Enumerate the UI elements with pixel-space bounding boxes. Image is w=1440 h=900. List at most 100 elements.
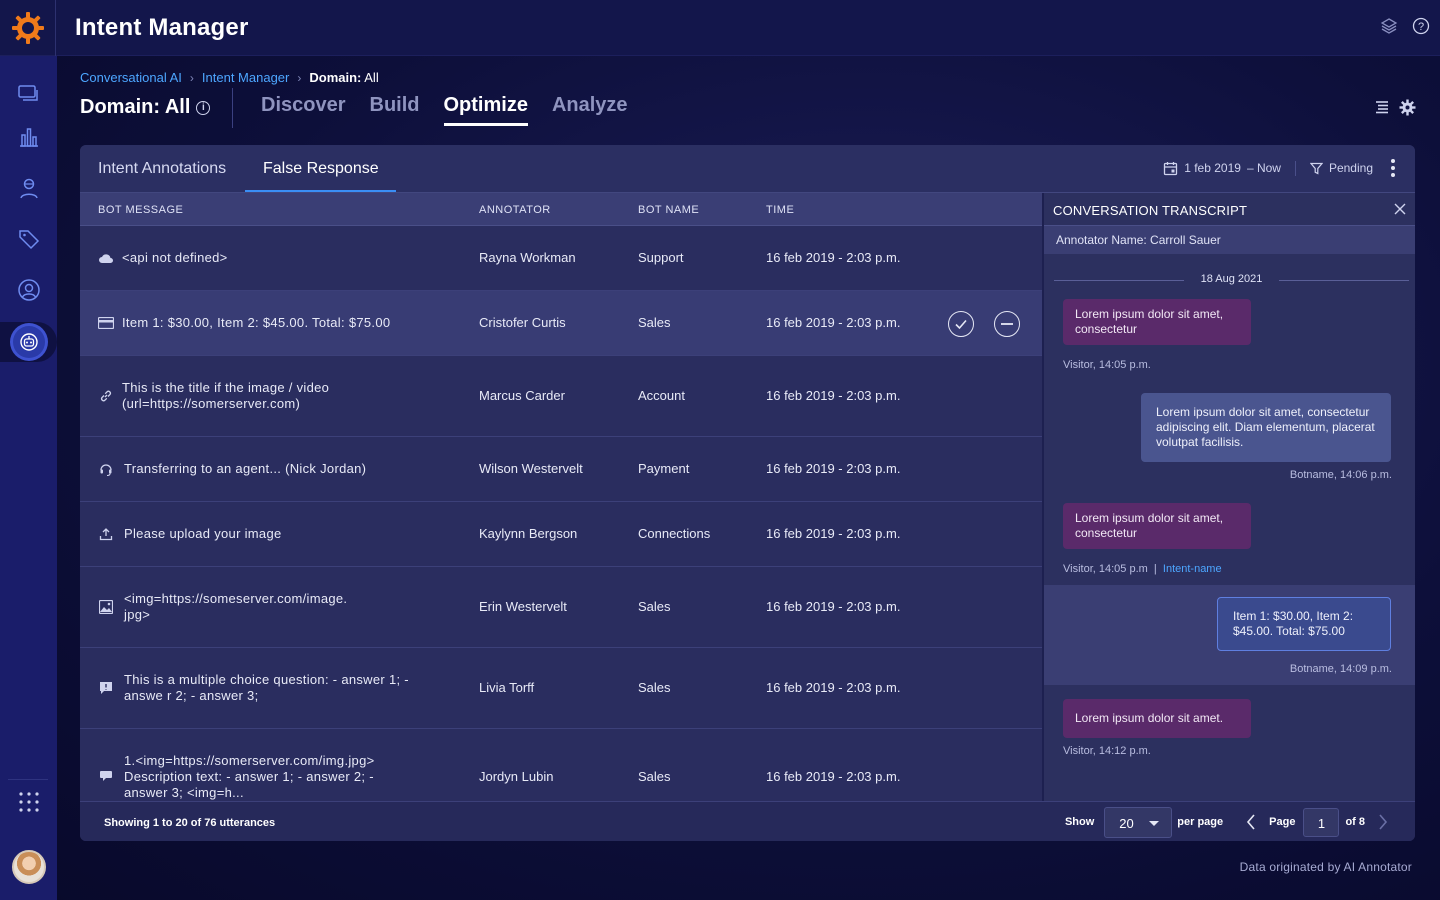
breadcrumb-conversational-ai[interactable]: Conversational AI — [80, 70, 182, 85]
breadcrumb-intent-manager[interactable]: Intent Manager — [202, 70, 289, 85]
table-row[interactable]: Transferring to an agent... (Nick Jordan… — [80, 437, 1042, 502]
show-label: Show — [1064, 816, 1095, 828]
column-header-time[interactable]: TIME — [766, 204, 794, 216]
cloud-icon — [97, 251, 115, 265]
rail-intent-manager[interactable] — [0, 324, 57, 360]
column-header-annotator[interactable]: ANNOTATOR — [479, 204, 551, 216]
transcript-title: CONVERSATION TRANSCRIPT — [1053, 203, 1248, 218]
app-title: Intent Manager — [75, 13, 249, 41]
annotator: Livia Torff — [479, 680, 535, 695]
tab-analyze[interactable]: Analyze — [552, 94, 628, 126]
table-row[interactable]: 1.<img=https://somerserver.com/img.jpg> … — [80, 729, 1042, 801]
time: 16 feb 2019 - 2:03 p.m. — [766, 315, 901, 330]
reject-button[interactable] — [994, 311, 1020, 337]
sun-logo-icon — [11, 11, 44, 44]
tab-build[interactable]: Build — [370, 94, 420, 126]
date-from: 1 feb 2019 — [1184, 161, 1241, 175]
tab-intent-annotations[interactable]: Intent Annotations — [98, 160, 226, 178]
time: 16 feb 2019 - 2:03 p.m. — [766, 461, 901, 476]
app-logo[interactable] — [0, 0, 56, 56]
intent-link[interactable]: Intent-name — [1163, 563, 1222, 575]
avatar[interactable] — [12, 850, 46, 884]
bot-name: Connections — [638, 526, 711, 541]
rail-agents[interactable] — [0, 170, 57, 206]
rail-conversations[interactable] — [0, 76, 57, 112]
bot-message-bubble[interactable]: Lorem ipsum dolor sit amet, consectetur … — [1141, 393, 1391, 462]
carousel-icon — [97, 769, 115, 783]
table-header: BOT MESSAGE ANNOTATOR BOT NAME TIME — [80, 193, 1042, 226]
info-icon[interactable]: i — [196, 100, 211, 115]
gear-icon[interactable] — [1399, 99, 1416, 121]
message-meta: Visitor, 14:05 p.m. — [1063, 359, 1151, 371]
time: 16 feb 2019 - 2:03 p.m. — [766, 388, 901, 403]
prev-page-button[interactable] — [1243, 814, 1259, 830]
table-row[interactable]: Item 1: $30.00, Item 2: $45.00. Total: $… — [80, 291, 1042, 356]
bot-message: This is a multiple choice question: - an… — [124, 672, 409, 703]
annotator: Wilson Westervelt — [479, 461, 583, 476]
status-filter[interactable]: Pending — [1296, 161, 1373, 175]
main-tabs: Discover Build Optimize Analyze — [261, 94, 628, 126]
annotator: Marcus Carder — [479, 388, 565, 403]
table-row[interactable]: <api not defined> Rayna Workman Support … — [80, 226, 1042, 291]
visitor-message[interactable]: Lorem ipsum dolor sit amet. — [1063, 699, 1251, 738]
time: 16 feb 2019 - 2:03 p.m. — [766, 250, 901, 265]
time: 16 feb 2019 - 2:03 p.m. — [766, 526, 901, 541]
rail-tags[interactable] — [0, 221, 57, 257]
next-page-button[interactable] — [1375, 814, 1391, 830]
rail-apps[interactable] — [0, 784, 57, 820]
calendar-icon — [1164, 161, 1178, 175]
per-page-select[interactable]: 20 — [1104, 806, 1173, 838]
table-row[interactable]: <img=https://someserver.com/image.jpg> E… — [80, 567, 1042, 648]
bot-message: <img=https://someserver.com/image.jpg> — [124, 591, 348, 622]
rail-analytics[interactable] — [0, 119, 57, 155]
visitor-message[interactable]: Lorem ipsum dolor sit amet, consectetur — [1063, 503, 1251, 549]
annotator: Jordyn Lubin — [479, 769, 554, 784]
rail-users[interactable] — [0, 272, 57, 308]
more-options-icon[interactable] — [1391, 159, 1395, 177]
chevron-right-icon — [1379, 814, 1388, 830]
date-to: – Now — [1246, 161, 1281, 175]
status-filter-label: Pending — [1328, 161, 1373, 175]
column-header-bot-message[interactable]: BOT MESSAGE — [98, 204, 183, 216]
visitor-message[interactable]: Lorem ipsum dolor sit amet, consectetur — [1063, 299, 1251, 345]
bot-message: <api not defined> — [122, 250, 228, 265]
list-view-icon[interactable] — [1374, 99, 1390, 121]
breadcrumb-current-prefix: Domain: — [309, 70, 362, 85]
bot-message-bubble-selected[interactable]: Item 1: $30.00, Item 2: $45.00. Total: $… — [1217, 597, 1391, 651]
image-icon — [97, 600, 115, 614]
tab-false-response[interactable]: False Response — [263, 160, 379, 178]
message-meta-text: Visitor, 14:05 p.m — [1063, 563, 1148, 575]
help-icon[interactable]: ? — [1412, 16, 1430, 36]
user-circle-icon — [17, 279, 40, 301]
per-page-label: per page — [1177, 816, 1224, 828]
transcript-date: 18 Aug 2021 — [1054, 273, 1409, 287]
tab-optimize[interactable]: Optimize — [443, 94, 528, 126]
responses-table: BOT MESSAGE ANNOTATOR BOT NAME TIME <api… — [80, 193, 1042, 801]
link-icon — [97, 389, 115, 403]
annotator: Erin Westervelt — [479, 599, 567, 614]
close-icon[interactable] — [1393, 202, 1407, 216]
chevron-left-icon — [1247, 814, 1255, 830]
chevron-right-icon: › — [297, 70, 302, 85]
domain-title-text: Domain: All — [80, 96, 191, 118]
annotator: Cristofer Curtis — [479, 315, 566, 330]
bot-message: Item 1: $30.00, Item 2: $45.00. Total: $… — [122, 315, 391, 330]
date-range-filter[interactable]: 1 feb 2019 – Now — [1163, 160, 1296, 176]
top-bar: Intent Manager ? — [0, 0, 1440, 56]
bot-name: Payment — [638, 461, 690, 476]
table-row[interactable]: Please upload your image Kaylynn Bergson… — [80, 502, 1042, 567]
headset-icon — [97, 462, 115, 476]
column-header-bot-name[interactable]: BOT NAME — [638, 204, 699, 216]
filters: 1 feb 2019 – Now Pending — [1163, 159, 1395, 177]
page-number-input[interactable]: 1 — [1303, 807, 1340, 837]
data-origin-note: Data originated by AI Annotator — [1239, 860, 1412, 874]
svg-text:?: ? — [1418, 21, 1424, 33]
table-row[interactable]: This is the title if the image / video (… — [80, 356, 1042, 437]
table-row[interactable]: This is a multiple choice question: - an… — [80, 648, 1042, 729]
chevron-down-icon — [1149, 820, 1160, 826]
approve-button[interactable] — [948, 311, 974, 337]
table-footer: Showing 1 to 20 of 76 utterances Show 20… — [80, 801, 1415, 841]
layers-icon[interactable] — [1380, 16, 1398, 36]
tab-discover[interactable]: Discover — [261, 94, 346, 126]
bot-message: 1.<img=https://somerserver.com/img.jpg> … — [124, 753, 375, 800]
